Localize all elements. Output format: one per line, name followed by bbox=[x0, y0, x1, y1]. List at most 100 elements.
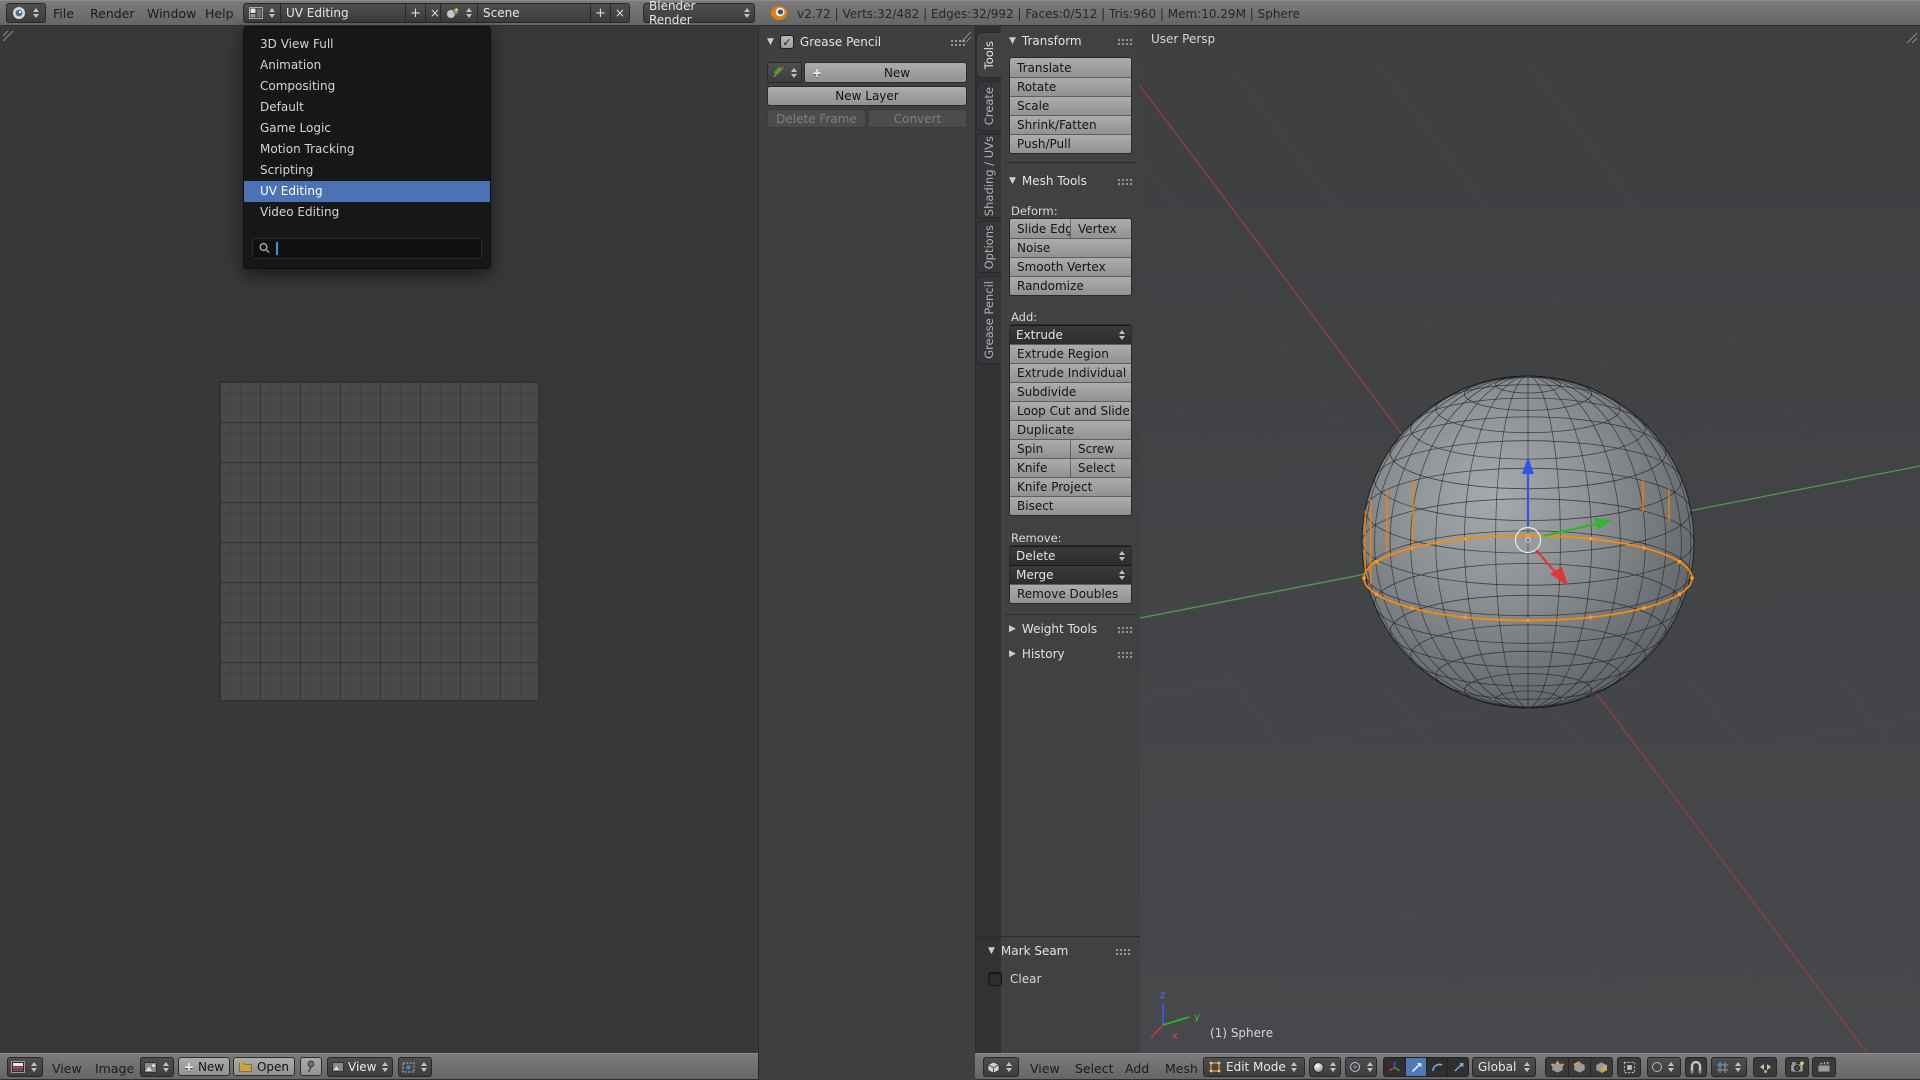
add-scene-button[interactable]: + bbox=[591, 4, 610, 22]
transform-panel-header[interactable]: ▼ Transform bbox=[1009, 34, 1132, 48]
panel-grip-dots[interactable] bbox=[1115, 948, 1130, 955]
panel-expand-icon[interactable]: ▶ bbox=[1009, 649, 1016, 659]
loop-cut-slide-button[interactable]: Loop Cut and Slide bbox=[1010, 401, 1131, 420]
editor-type-info-button[interactable] bbox=[6, 3, 46, 23]
scale-manipulator-button[interactable] bbox=[1447, 1058, 1468, 1076]
grease-pencil-panel-header[interactable]: ▼ ✓ Grease Pencil bbox=[767, 35, 965, 49]
close-scene-button[interactable]: × bbox=[611, 4, 629, 22]
mode-dropdown[interactable]: Edit Mode bbox=[1203, 1057, 1305, 1077]
scale-button[interactable]: Scale bbox=[1010, 96, 1131, 115]
tab-options[interactable]: Options bbox=[976, 221, 1001, 273]
display-channels-dropdown[interactable] bbox=[398, 1057, 432, 1077]
slide-edge-button[interactable]: Slide Edg bbox=[1010, 219, 1070, 238]
opengl-render-button[interactable] bbox=[1785, 1057, 1809, 1077]
merge-dropdown[interactable]: Merge bbox=[1010, 565, 1131, 584]
render-engine-dropdown[interactable]: Blender Render bbox=[643, 3, 755, 23]
smooth-vertex-button[interactable]: Smooth Vertex bbox=[1010, 257, 1131, 276]
opengl-render-anim-button[interactable] bbox=[1812, 1057, 1836, 1077]
v3d-menu-add[interactable]: Add bbox=[1125, 1061, 1149, 1076]
menu-item-scripting[interactable]: Scripting bbox=[244, 160, 490, 181]
panel-expand-icon[interactable]: ▼ bbox=[767, 37, 774, 47]
image-open-button[interactable]: Open bbox=[233, 1057, 295, 1076]
area-corner-grip[interactable] bbox=[1904, 30, 1918, 44]
face-select-button[interactable] bbox=[1590, 1058, 1612, 1076]
pivot-center-dropdown[interactable] bbox=[1345, 1057, 1377, 1077]
uv-canvas-grid[interactable] bbox=[219, 381, 539, 701]
menu-item-motion-tracking[interactable]: Motion Tracking bbox=[244, 139, 490, 160]
panel-grip-dots[interactable] bbox=[1117, 651, 1132, 658]
panel-expand-icon[interactable]: ▼ bbox=[1009, 176, 1016, 186]
extrude-individual-button[interactable]: Extrude Individual bbox=[1010, 363, 1131, 382]
menu-item-game-logic[interactable]: Game Logic bbox=[244, 118, 490, 139]
knife-project-button[interactable]: Knife Project bbox=[1010, 477, 1131, 496]
snap-element-dropdown[interactable] bbox=[1711, 1057, 1747, 1077]
grease-pencil-data-selector[interactable] bbox=[767, 62, 802, 83]
knife-button[interactable]: Knife bbox=[1010, 458, 1070, 477]
history-panel-header[interactable]: ▶ History bbox=[1009, 647, 1132, 661]
snap-toggle-button[interactable] bbox=[1685, 1057, 1707, 1077]
subdivide-button[interactable]: Subdivide bbox=[1010, 382, 1131, 401]
mesh-tools-panel-header[interactable]: ▼ Mesh Tools bbox=[1009, 174, 1132, 188]
menu-item-video-editing[interactable]: Video Editing bbox=[244, 202, 490, 223]
screen-layout-browse-button[interactable] bbox=[244, 4, 280, 22]
screen-layout-name-field[interactable]: UV Editing bbox=[281, 4, 405, 22]
bisect-button[interactable]: Bisect bbox=[1010, 496, 1131, 515]
remove-doubles-button[interactable]: Remove Doubles bbox=[1010, 584, 1131, 603]
menu-item-animation[interactable]: Animation bbox=[244, 55, 490, 76]
proportional-edit-dropdown[interactable] bbox=[1647, 1057, 1681, 1077]
layout-search-field[interactable] bbox=[252, 238, 482, 259]
tab-shading-uvs[interactable]: Shading / UVs bbox=[976, 134, 1001, 218]
panel-grip-dots[interactable] bbox=[950, 39, 965, 46]
panel-expand-icon[interactable]: ▼ bbox=[1009, 36, 1016, 46]
panel-grip-dots[interactable] bbox=[1117, 38, 1132, 45]
menu-render[interactable]: Render bbox=[90, 6, 135, 21]
randomize-button[interactable]: Randomize bbox=[1010, 276, 1131, 295]
image-browse-dropdown[interactable] bbox=[140, 1057, 174, 1077]
noise-button[interactable]: Noise bbox=[1010, 238, 1131, 257]
add-layout-button[interactable]: + bbox=[406, 4, 425, 22]
tab-tools[interactable]: Tools bbox=[976, 32, 1001, 78]
extrude-dropdown[interactable]: Extrude bbox=[1010, 325, 1131, 344]
screw-button[interactable]: Screw bbox=[1070, 439, 1131, 458]
extrude-region-button[interactable]: Extrude Region bbox=[1010, 344, 1131, 363]
snap-target-button[interactable] bbox=[1753, 1057, 1777, 1077]
menu-item-default[interactable]: Default bbox=[244, 97, 490, 118]
rotate-button[interactable]: Rotate bbox=[1010, 77, 1131, 96]
edge-select-button[interactable] bbox=[1568, 1058, 1590, 1076]
spin-button[interactable]: Spin bbox=[1010, 439, 1070, 458]
uv-view-mode-dropdown[interactable]: View bbox=[327, 1057, 393, 1077]
v3d-menu-view[interactable]: View bbox=[1030, 1061, 1060, 1076]
menu-item-compositing[interactable]: Compositing bbox=[244, 76, 490, 97]
manipulator-toggle-button[interactable] bbox=[1384, 1058, 1405, 1076]
panel-grip-dots[interactable] bbox=[1117, 626, 1132, 633]
scene-name-field[interactable]: Scene bbox=[478, 4, 590, 22]
panel-expand-icon[interactable]: ▼ bbox=[988, 946, 995, 956]
tab-grease-pencil[interactable]: Grease Pencil bbox=[976, 276, 1001, 364]
convert-button[interactable]: Convert bbox=[868, 109, 967, 128]
weight-tools-panel-header[interactable]: ▶ Weight Tools bbox=[1009, 622, 1132, 636]
push-pull-button[interactable]: Push/Pull bbox=[1010, 134, 1131, 153]
mark-seam-panel-header[interactable]: ▼ Mark Seam bbox=[988, 944, 1130, 958]
grease-pencil-new-button[interactable]: + New bbox=[804, 62, 967, 83]
menu-file[interactable]: File bbox=[53, 6, 74, 21]
delete-frame-button[interactable]: Delete Frame bbox=[767, 109, 866, 128]
area-corner-grip[interactable] bbox=[2, 30, 16, 44]
rotate-manipulator-button[interactable] bbox=[1426, 1058, 1447, 1076]
translate-manipulator-button[interactable] bbox=[1405, 1058, 1426, 1076]
slide-vertex-button[interactable]: Vertex bbox=[1070, 219, 1131, 238]
menu-item-uv-editing[interactable]: UV Editing bbox=[244, 181, 490, 202]
pin-button[interactable] bbox=[300, 1057, 322, 1076]
menu-window[interactable]: Window bbox=[147, 6, 196, 21]
duplicate-button[interactable]: Duplicate bbox=[1010, 420, 1131, 439]
panel-grip-dots[interactable] bbox=[1117, 178, 1132, 185]
editor-type-3dview-button[interactable] bbox=[983, 1057, 1019, 1077]
clear-checkbox[interactable] bbox=[988, 972, 1002, 986]
knife-select-button[interactable]: Select bbox=[1070, 458, 1131, 477]
menu-item-3d-view-full[interactable]: 3D View Full bbox=[244, 34, 490, 55]
3d-viewport[interactable]: z y x User Persp (1) Sphere bbox=[1140, 26, 1920, 1053]
delete-dropdown[interactable]: Delete bbox=[1010, 546, 1131, 565]
limit-selection-visible-button[interactable] bbox=[1617, 1057, 1641, 1077]
grease-pencil-checkbox[interactable]: ✓ bbox=[780, 35, 794, 49]
tab-create[interactable]: Create bbox=[976, 81, 1001, 131]
panel-expand-icon[interactable]: ▶ bbox=[1009, 624, 1016, 634]
